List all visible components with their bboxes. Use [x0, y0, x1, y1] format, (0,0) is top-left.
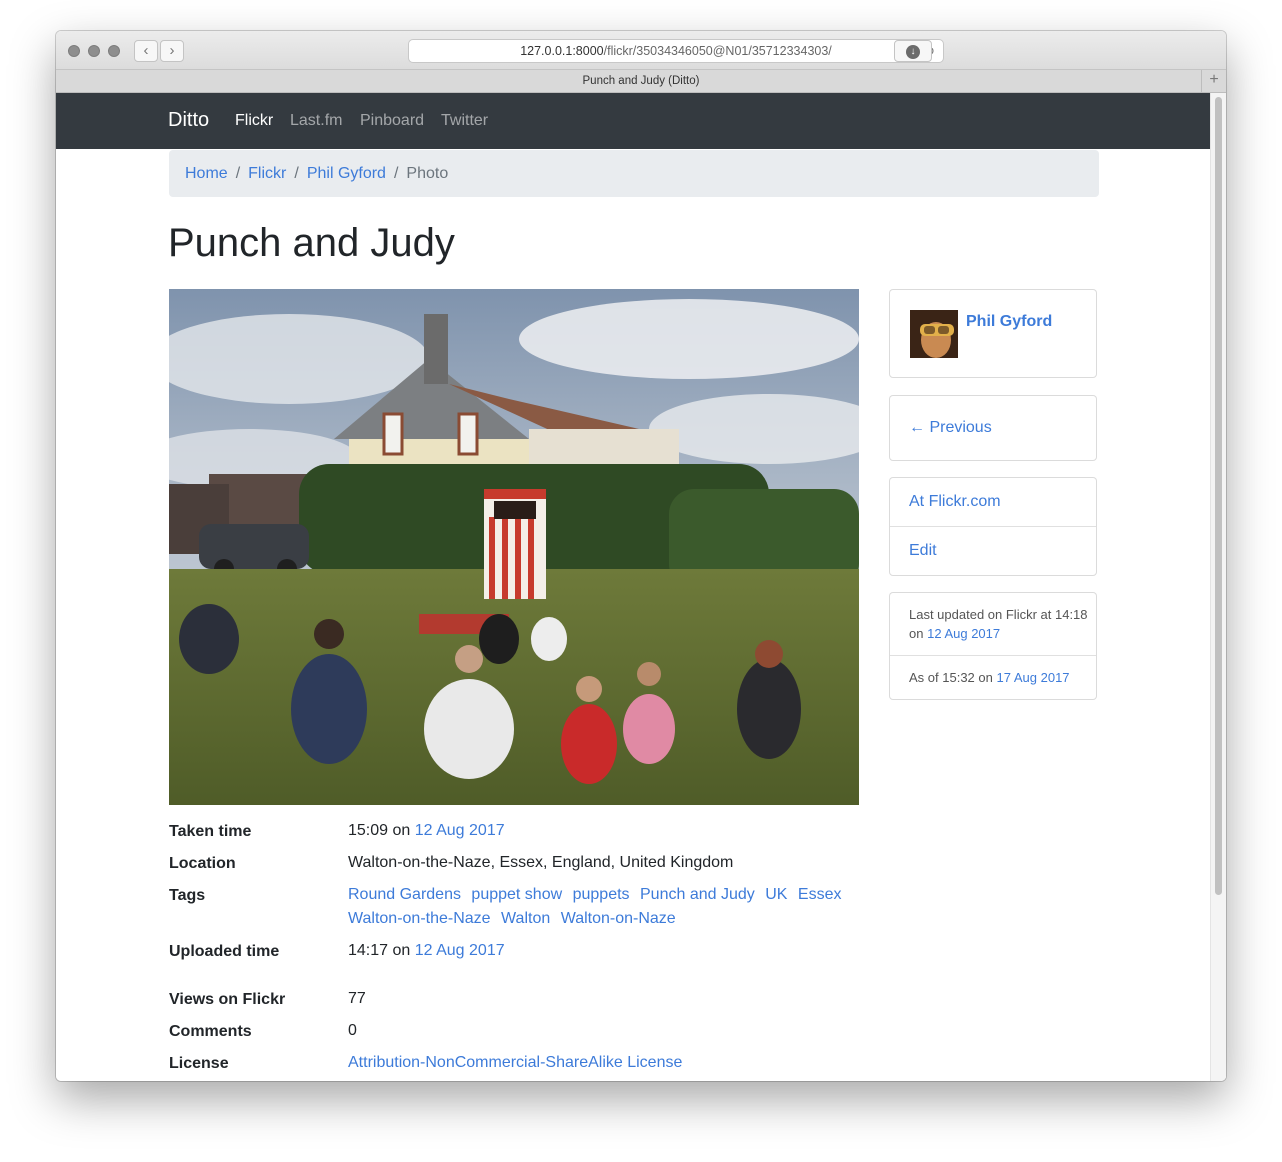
tag-link[interactable]: puppet show: [471, 886, 562, 903]
tab-title[interactable]: Punch and Judy (Ditto): [583, 75, 700, 87]
avatar[interactable]: [910, 310, 958, 358]
tag-link[interactable]: Round Gardens: [348, 886, 461, 903]
scrollbar[interactable]: [1210, 93, 1226, 1081]
tag-link[interactable]: Walton-on-the-Naze: [348, 910, 491, 927]
detail-label: Location: [169, 855, 236, 872]
address-bar[interactable]: 127.0.0.1:8000/flickr/35034346050@N01/35…: [408, 39, 944, 63]
comments-value: 0: [348, 1022, 357, 1039]
as-of-time: 15:32: [942, 670, 975, 685]
detail-label: License: [169, 1055, 229, 1072]
previous-card: ← Previous: [889, 395, 1097, 461]
user-card: Phil Gyford: [889, 289, 1097, 378]
breadcrumb-current: Photo: [406, 165, 449, 182]
breadcrumb-separator: /: [235, 165, 241, 182]
breadcrumb-separator: /: [294, 165, 299, 182]
breadcrumb-user[interactable]: Phil Gyford: [307, 165, 386, 182]
nav-link-twitter[interactable]: Twitter: [441, 112, 488, 130]
photo-image: [169, 289, 859, 805]
tag-link[interactable]: Walton-on-Naze: [561, 910, 676, 927]
detail-label: Uploaded time: [169, 943, 280, 960]
site-navbar: Ditto Flickr Last.fm Pinboard Twitter: [56, 93, 1226, 149]
uploaded-time-value: 14:17: [348, 942, 389, 959]
breadcrumb: Home / Flickr / Phil Gyford / Photo: [169, 150, 1099, 197]
avatar-image: [910, 310, 958, 358]
on-text: on: [909, 626, 924, 641]
tab-bar: Punch and Judy (Ditto) +: [56, 70, 1226, 93]
title-bar: ‹ › 127.0.0.1:8000/flickr/35034346050@N0…: [56, 31, 1226, 70]
on-text: on: [392, 942, 411, 959]
close-window-icon[interactable]: [68, 45, 80, 57]
zoom-window-icon[interactable]: [108, 45, 120, 57]
breadcrumb-flickr[interactable]: Flickr: [248, 165, 286, 182]
new-tab-button[interactable]: +: [1201, 70, 1226, 92]
brand-link[interactable]: Ditto: [168, 109, 209, 132]
tag-link[interactable]: UK: [765, 886, 787, 903]
tag-link[interactable]: puppets: [573, 886, 630, 903]
last-updated-date-link[interactable]: 12 Aug 2017: [927, 626, 1000, 641]
views-value: 77: [348, 990, 366, 1007]
page-title: Punch and Judy: [168, 221, 455, 265]
breadcrumb-separator: /: [393, 165, 399, 182]
taken-time-value: 15:09: [348, 822, 389, 839]
minimize-window-icon[interactable]: [88, 45, 100, 57]
back-button[interactable]: ‹: [134, 40, 158, 62]
tag-link[interactable]: Walton: [501, 910, 550, 927]
last-updated-text: Last updated on Flickr at 14:18 on 12 Au…: [909, 605, 1089, 643]
on-text: on: [978, 670, 993, 685]
tag-link[interactable]: Punch and Judy: [640, 886, 755, 903]
taken-date-link[interactable]: 12 Aug 2017: [415, 822, 505, 839]
location-value: Walton-on-the-Naze, Essex, England, Unit…: [348, 854, 734, 871]
url-host: 127.0.0.1:8000: [520, 44, 604, 58]
uploaded-date-link[interactable]: 12 Aug 2017: [415, 942, 505, 959]
last-updated-time: 14:18: [1054, 607, 1088, 622]
tag-link[interactable]: Essex: [798, 886, 842, 903]
page-content: Ditto Flickr Last.fm Pinboard Twitter Ho…: [56, 93, 1226, 1081]
detail-label: Taken time: [169, 823, 252, 840]
detail-label: Views on Flickr: [169, 991, 286, 1008]
flickr-link[interactable]: At Flickr.com: [890, 478, 1096, 526]
scrollbar-thumb[interactable]: [1215, 97, 1222, 895]
last-updated-prefix: Last updated on Flickr at: [909, 607, 1052, 622]
as-of-prefix: As of: [909, 670, 939, 685]
forward-button[interactable]: ›: [160, 40, 184, 62]
previous-link[interactable]: ← Previous: [890, 404, 1096, 452]
edit-link[interactable]: Edit: [890, 527, 1096, 575]
nav-link-flickr[interactable]: Flickr: [235, 112, 273, 130]
on-text: on: [392, 822, 411, 839]
detail-label: Comments: [169, 1023, 252, 1040]
status-card: Last updated on Flickr at 14:18 on 12 Au…: [889, 592, 1097, 700]
breadcrumb-home[interactable]: Home: [185, 165, 228, 182]
as-of-date-link[interactable]: 17 Aug 2017: [997, 670, 1070, 685]
photo[interactable]: [169, 289, 859, 805]
nav-link-lastfm[interactable]: Last.fm: [290, 112, 342, 130]
browser-window: ‹ › 127.0.0.1:8000/flickr/35034346050@N0…: [56, 31, 1226, 1081]
download-icon: ↓: [906, 45, 920, 59]
user-name-link[interactable]: Phil Gyford: [966, 313, 1052, 331]
nav-link-pinboard[interactable]: Pinboard: [360, 112, 424, 130]
divider: [890, 655, 1096, 656]
as-of-text: As of 15:32 on 17 Aug 2017: [909, 668, 1089, 687]
url-path: /flickr/35034346050@N01/35712334303/: [603, 44, 832, 58]
downloads-button[interactable]: ↓: [894, 40, 932, 62]
detail-label: Tags: [169, 887, 206, 904]
links-card: At Flickr.com Edit: [889, 477, 1097, 576]
license-link[interactable]: Attribution-NonCommercial-ShareAlike Lic…: [348, 1054, 682, 1071]
